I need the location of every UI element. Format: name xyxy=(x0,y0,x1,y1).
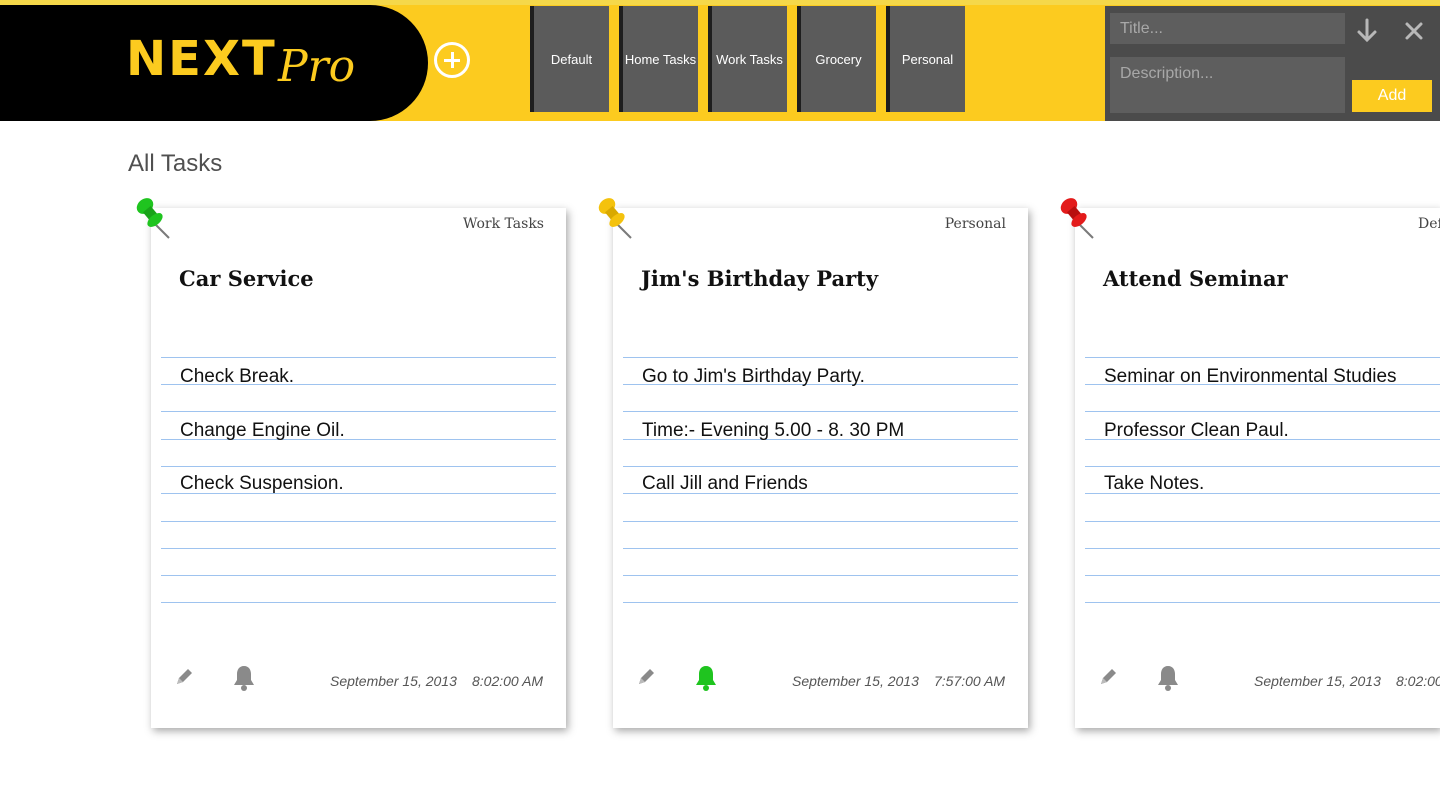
card-item: Go to Jim's Birthday Party. xyxy=(642,366,865,387)
card-date: September 15, 2013 xyxy=(792,673,919,689)
card-title: Attend Seminar xyxy=(1103,266,1288,291)
category-button-personal[interactable]: Personal xyxy=(886,6,965,112)
card-date: September 15, 2013 xyxy=(330,673,457,689)
category-button-grocery[interactable]: Grocery xyxy=(797,6,876,112)
red-pushpin-icon xyxy=(1060,198,1094,239)
card-item: Check Break. xyxy=(180,366,295,387)
category-button-home-tasks[interactable]: Home Tasks xyxy=(619,6,698,112)
page-title: All Tasks xyxy=(128,150,223,177)
card-item: Check Suspension. xyxy=(180,473,344,494)
green-pushpin-icon xyxy=(136,198,170,239)
task-card[interactable]: Personal Jim's Birthday Party Go to Jim'… xyxy=(613,208,1028,728)
card-category: Default xyxy=(1418,216,1440,232)
bell-icon[interactable] xyxy=(1155,664,1181,692)
card-category: Personal xyxy=(944,216,1006,232)
card-item: Change Engine Oil. xyxy=(180,420,345,441)
logo-sub-text: Pro xyxy=(278,41,356,92)
pencil-icon[interactable] xyxy=(173,666,195,688)
card-title: Jim's Birthday Party xyxy=(641,266,879,291)
category-button-default[interactable]: Default xyxy=(530,6,609,112)
add-button[interactable]: Add xyxy=(1352,80,1432,112)
category-button-work-tasks[interactable]: Work Tasks xyxy=(708,6,787,112)
card-time: 7:57:00 AM xyxy=(934,673,1006,689)
card-item: Call Jill and Friends xyxy=(642,473,808,494)
card-date: September 15, 2013 xyxy=(1254,673,1381,689)
arrow-down-icon[interactable] xyxy=(1356,18,1378,44)
add-task-icon[interactable] xyxy=(434,42,470,78)
bell-icon[interactable] xyxy=(231,664,257,692)
card-item: Seminar on Environmental Studies xyxy=(1104,366,1397,387)
card-item: Time:- Evening 5.00 - 8. 30 PM xyxy=(642,420,905,441)
card-item: Take Notes. xyxy=(1104,473,1205,494)
task-card[interactable]: Work Tasks Car Service Check Break. Chan… xyxy=(151,208,566,728)
top-bar: NEXT Pro Default Home Tasks Work Tasks G… xyxy=(0,0,1440,121)
yellow-pushpin-icon xyxy=(598,198,632,239)
description-input[interactable] xyxy=(1110,57,1345,113)
task-card[interactable]: Default Attend Seminar Seminar on Enviro… xyxy=(1075,208,1440,728)
pencil-icon[interactable] xyxy=(635,666,657,688)
quick-add-panel: Add xyxy=(1105,6,1440,121)
logo-main-text: NEXT xyxy=(126,31,277,87)
card-category: Work Tasks xyxy=(463,216,544,232)
card-title: Car Service xyxy=(179,266,314,291)
card-time: 8:02:00 AM xyxy=(472,673,544,689)
logo-area: NEXT Pro xyxy=(0,5,428,121)
title-input[interactable] xyxy=(1110,13,1345,44)
card-time: 8:02:00 AM xyxy=(1396,673,1440,689)
pencil-icon[interactable] xyxy=(1097,666,1119,688)
bell-icon[interactable] xyxy=(693,664,719,692)
card-item: Professor Clean Paul. xyxy=(1104,420,1289,441)
close-icon[interactable] xyxy=(1403,18,1425,44)
